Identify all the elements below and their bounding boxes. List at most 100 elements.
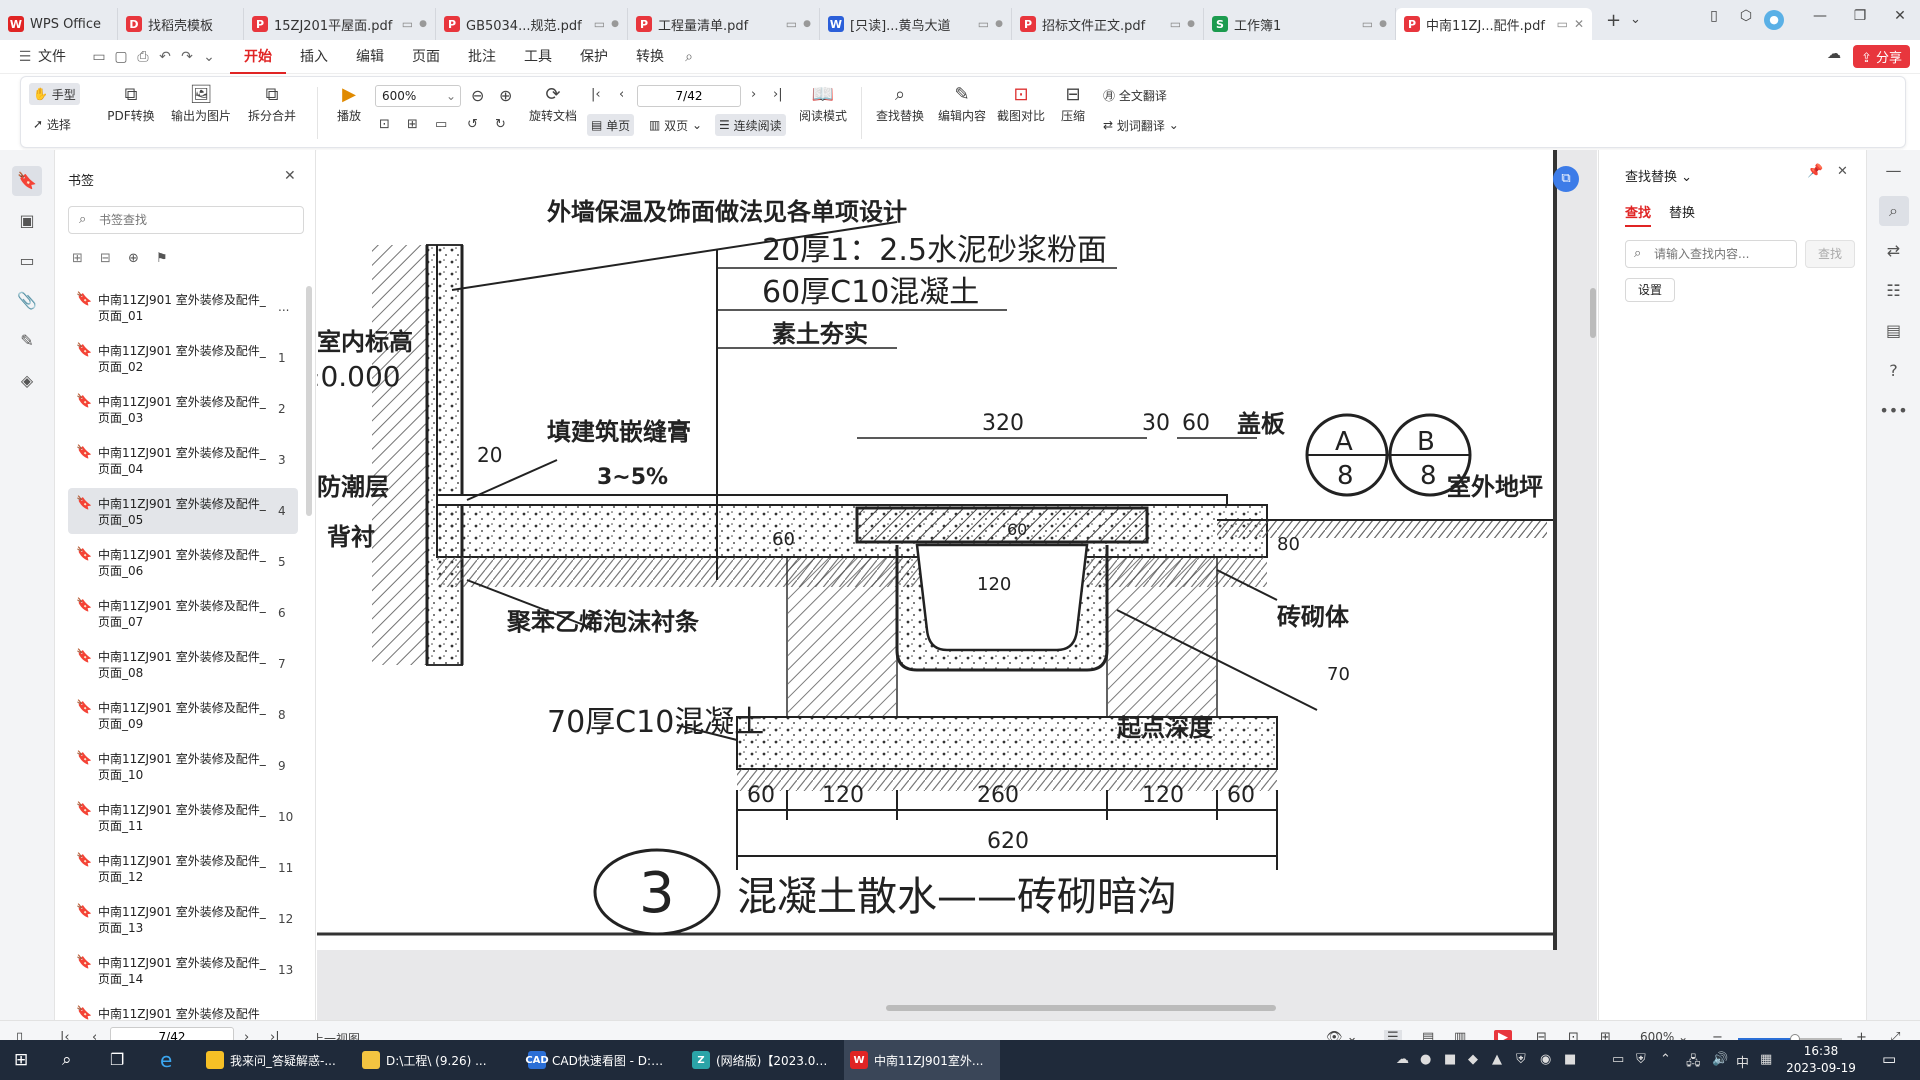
notification-icon[interactable]: ▭ [1882, 1050, 1896, 1068]
sliders-icon[interactable]: ☷ [1879, 276, 1909, 306]
layers-icon[interactable]: ◈ [12, 366, 42, 396]
tray-app-icon[interactable]: ◆ [1468, 1052, 1478, 1067]
search-icon[interactable]: ⌕ [62, 1050, 72, 1070]
book-search-icon[interactable]: ▤ [1879, 316, 1909, 346]
tab-document[interactable]: D 找稻壳模板 [118, 8, 244, 40]
tab-document[interactable]: S 工作簿1 ▭ ● [1204, 8, 1396, 40]
clock-time[interactable]: 16:38 [1776, 1044, 1866, 1058]
close-icon[interactable]: ✕ [1837, 164, 1848, 179]
tray-app-icon[interactable]: ▲ [1492, 1052, 1502, 1067]
fit-page-icon[interactable]: ⊡ [379, 117, 390, 132]
monitor-icon[interactable]: ▭ [1362, 17, 1373, 31]
menu-annotate[interactable]: 批注 [454, 40, 510, 74]
hand-tool-button[interactable]: ✋ 手型 [29, 83, 80, 105]
chevron-up-icon[interactable]: ⌃ [1660, 1052, 1671, 1067]
close-icon[interactable]: ✕ [284, 168, 296, 184]
actual-size-icon[interactable]: ⊞ [407, 117, 418, 132]
save-icon[interactable]: ▢ [110, 49, 132, 65]
scrollbar-thumb[interactable] [1590, 288, 1596, 338]
zoom-out-icon[interactable]: ⊖ [471, 86, 484, 105]
double-page-button[interactable]: ▥ 双页 ⌄ [645, 114, 706, 136]
bookmark-item[interactable]: 🔖 中南11ZJ901 室外装修及配件_页面_01... [68, 284, 298, 330]
tray-app-icon[interactable]: ● [1420, 1052, 1431, 1067]
close-window-icon[interactable]: ✕ [1886, 8, 1914, 24]
menu-edit[interactable]: 编辑 [342, 40, 398, 74]
bookmark-search-box[interactable]: ⌕ [68, 206, 304, 234]
redo-icon[interactable]: ↷ [176, 49, 198, 65]
document-viewer[interactable]: 外墙保温及饰面做法见各单项设计 20厚1：2.5水泥砂浆粉面 60厚C10混凝土… [317, 150, 1597, 1020]
chevron-down-icon[interactable]: ⌄ [198, 49, 220, 65]
continuous-read-button[interactable]: ☰ 连续阅读 [715, 114, 786, 136]
network-icon[interactable]: 🖧 [1686, 1052, 1701, 1074]
expand-all-icon[interactable]: ⊞ [72, 251, 83, 266]
close-icon[interactable]: ✕ [1574, 17, 1584, 31]
clock-date[interactable]: 2023-09-19 [1776, 1061, 1866, 1075]
task-view-icon[interactable]: ❐ [110, 1050, 124, 1069]
edit-content-button[interactable]: ✎ 编辑内容 [931, 83, 993, 124]
avatar[interactable]: ● [1764, 10, 1784, 30]
tab-document[interactable]: P 工程量清单.pdf ▭ ● [628, 8, 820, 40]
taskbar-app[interactable]: CAD CAD快速看图 - D:\... [522, 1040, 672, 1080]
bookmark-item[interactable]: 🔖 中南11ZJ901 室外装修及配件_页面_04 3 [68, 437, 298, 483]
monitor-icon[interactable]: ▭ [1170, 17, 1181, 31]
vertical-scrollbar[interactable] [1588, 152, 1598, 1008]
taskbar-app[interactable]: W 中南11ZJ901室外... [844, 1040, 1000, 1080]
floating-assistant-icon[interactable]: ⧉ [1553, 166, 1579, 192]
monitor-icon[interactable]: ▭ [978, 17, 989, 31]
split-merge-button[interactable]: ⧉ 拆分合并 [241, 83, 303, 124]
new-tab-icon[interactable]: + [1606, 10, 1621, 31]
bookmark-flag-icon[interactable]: ⚑ [156, 251, 168, 266]
thumbnail-icon[interactable]: ▣ [12, 206, 42, 236]
scrollbar-thumb[interactable] [886, 1005, 1276, 1011]
bookmark-item[interactable]: 🔖 中南11ZJ901 室外装修及配件_页面_08 7 [68, 641, 298, 687]
tray-app-icon[interactable]: ◉ [1540, 1052, 1551, 1067]
find-input[interactable] [1654, 245, 1790, 263]
prev-page-icon[interactable]: ‹ [619, 87, 624, 102]
find-panel-title[interactable]: 查找替换 ⌄ [1625, 166, 1692, 185]
menu-page[interactable]: 页面 [398, 40, 454, 74]
search-icon[interactable]: ⌕ [1878, 196, 1909, 226]
print-icon[interactable]: ⎙ [132, 49, 154, 65]
tab-document[interactable]: W [只读]...黄鸟大道 ▭ ● [820, 8, 1012, 40]
sidebar-layout-icon[interactable]: ▯ [1700, 8, 1728, 24]
find-replace-button[interactable]: ⌕ 查找替换 [869, 83, 931, 124]
translate-icon[interactable]: ⇄ [1879, 236, 1909, 266]
tab-replace[interactable]: 替换 [1669, 202, 1695, 221]
cube-icon[interactable]: ⬡ [1732, 8, 1760, 24]
bookmark-item[interactable]: 🔖 中南11ZJ901 室外装修及配件_页面_14 13 [68, 947, 298, 993]
share-button[interactable]: ⇪ 分享 [1852, 45, 1910, 68]
tray-app-icon[interactable]: ⛨ [1636, 1052, 1646, 1067]
monitor-icon[interactable]: ▭ [786, 17, 797, 31]
hamburger-icon[interactable]: ☰ [14, 49, 36, 65]
read-mode-button[interactable]: 📖 阅读模式 [795, 83, 851, 124]
monitor-icon[interactable]: ▭ [1557, 17, 1568, 31]
menu-home[interactable]: 开始 [230, 40, 286, 74]
first-page-icon[interactable]: |‹ [591, 87, 601, 102]
menu-tools[interactable]: 工具 [510, 40, 566, 74]
folder-icon[interactable]: ▭ [88, 49, 110, 65]
bookmark-item[interactable]: 🔖 中南11ZJ901 室外装修及配件_页面_03 2 [68, 386, 298, 432]
last-page-icon[interactable]: ›| [773, 87, 783, 102]
tab-document[interactable]: P 15ZJ201平屋面.pdf ▭ ● [244, 8, 436, 40]
bookmark-item[interactable]: 🔖 中南11ZJ901 室外装修及配件_页面_02 1 [68, 335, 298, 381]
menu-convert[interactable]: 转换 [622, 40, 678, 74]
monitor-icon[interactable]: ▭ [402, 17, 413, 31]
bookmark-item[interactable]: 🔖 中南11ZJ901 室外装修及配件_页面_12 11 [68, 845, 298, 891]
word-translate-button[interactable]: ⇄ 划词翻译 ⌄ [1099, 114, 1183, 136]
onedrive-icon[interactable]: ☁ [1396, 1052, 1409, 1067]
play-button[interactable]: ▶ 播放 [329, 83, 369, 124]
find-button[interactable]: 查找 [1805, 240, 1855, 268]
menu-protect[interactable]: 保护 [566, 40, 622, 74]
bookmark-item[interactable]: 🔖 中南11ZJ901 室外装修及配件_页面_09 8 [68, 692, 298, 738]
tray-app-icon[interactable]: ■ [1444, 1052, 1456, 1067]
search-icon[interactable]: ⌕ [678, 49, 700, 65]
bookmark-item[interactable]: 🔖 中南11ZJ901 室外装修及配件_页面_11 10 [68, 794, 298, 840]
bookmark-item[interactable]: 🔖 中南11ZJ901 室外装修及配件_页面_07 6 [68, 590, 298, 636]
cloud-icon[interactable]: ☁ [1820, 46, 1848, 62]
comment-icon[interactable]: ▭ [12, 246, 42, 276]
windows-start-icon[interactable]: ⊞ [14, 1050, 28, 1070]
tab-document[interactable]: P 中南11ZJ...配件.pdf ▭ ✕ [1396, 8, 1592, 40]
signature-icon[interactable]: ✎ [12, 326, 42, 356]
compress-button[interactable]: ⊟ 压缩 [1051, 83, 1095, 124]
taskbar-app[interactable]: Z (网络版)【2023.08... [686, 1040, 836, 1080]
